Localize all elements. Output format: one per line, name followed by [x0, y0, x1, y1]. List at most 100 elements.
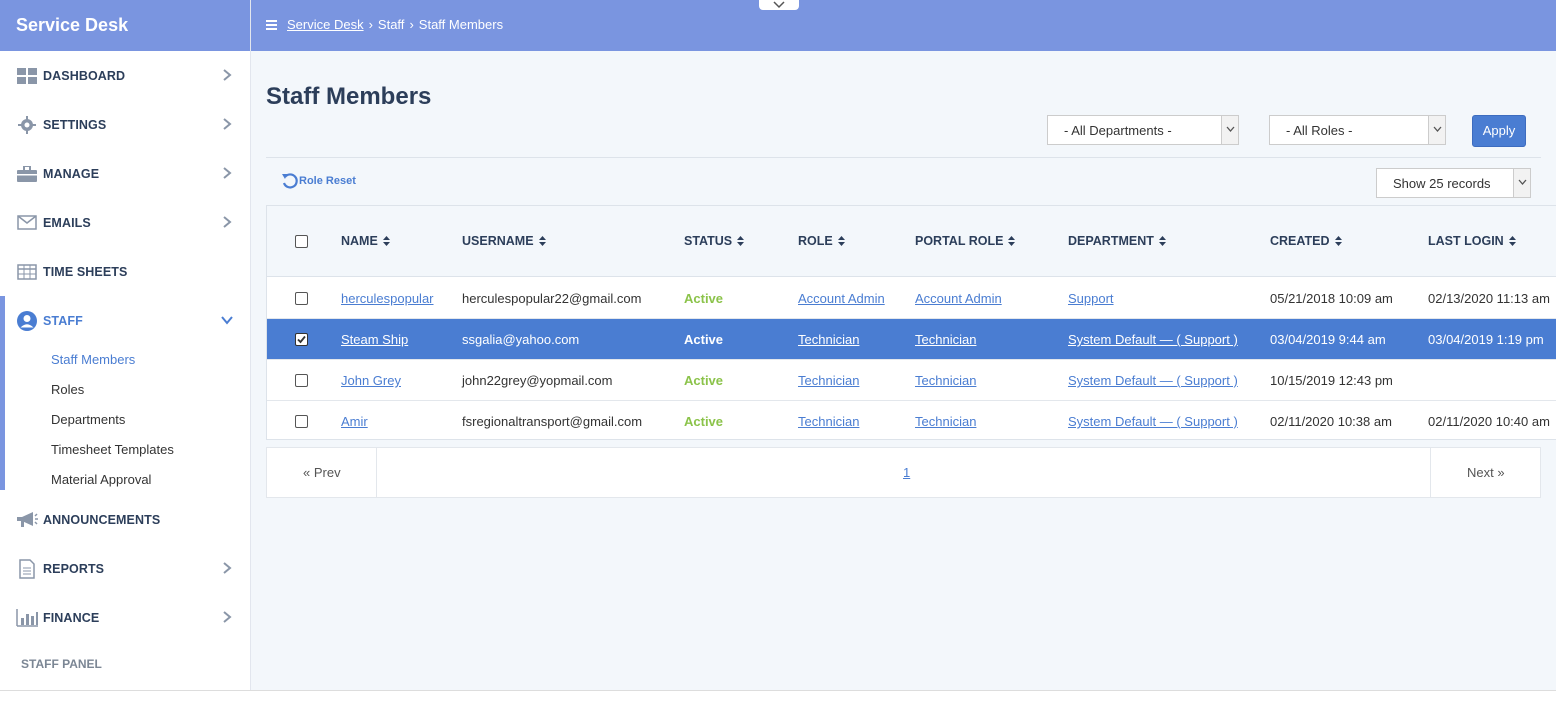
table-row[interactable]: herculespopular herculespopular22@gmail.…: [267, 278, 1556, 319]
document-icon: [16, 558, 38, 579]
sidebar-subitem-timesheet-templates[interactable]: Timesheet Templates: [0, 435, 250, 465]
sidebar-item-label: DASHBOARD: [43, 68, 126, 83]
sidebar: Service Desk DASHBOARD SETTINGS MANAGE E…: [0, 0, 251, 692]
chevron-right-icon: [223, 69, 232, 81]
records-per-page-select[interactable]: Show 25 records: [1376, 168, 1531, 198]
table-header: NAME USERNAME STATUS ROLE PORTAL ROLE DE…: [267, 206, 1556, 277]
sidebar-subitem-departments[interactable]: Departments: [0, 405, 250, 435]
menu-icon[interactable]: [266, 20, 277, 30]
portal-role-link[interactable]: Account Admin: [915, 291, 1002, 306]
chevron-down-icon: [1518, 179, 1527, 185]
sidebar-item-announcements[interactable]: ANNOUNCEMENTS: [0, 495, 250, 544]
sort-icon: [1334, 236, 1342, 246]
row-checkbox[interactable]: [295, 374, 308, 387]
sidebar-item-dashboard[interactable]: DASHBOARD: [0, 51, 250, 100]
briefcase-icon: [16, 164, 38, 184]
column-header-portal-role[interactable]: PORTAL ROLE: [915, 234, 1016, 248]
sidebar-item-label: SETTINGS: [43, 117, 107, 132]
role-select[interactable]: - All Roles -: [1269, 115, 1446, 145]
sidebar-item-emails[interactable]: EMAILS: [0, 198, 250, 247]
sidebar-item-manage[interactable]: MANAGE: [0, 149, 250, 198]
staff-name-link[interactable]: Steam Ship: [341, 332, 408, 347]
table-row[interactable]: John Grey john22grey@yopmail.com Active …: [267, 360, 1556, 401]
select-all-checkbox[interactable]: [295, 235, 308, 248]
chevron-down-icon: [221, 316, 233, 325]
chevron-down-icon: [1226, 126, 1235, 132]
column-header-status[interactable]: STATUS: [684, 234, 745, 248]
sidebar-item-label: STAFF: [43, 313, 83, 328]
row-checkbox[interactable]: [295, 333, 308, 346]
megaphone-icon: [16, 510, 38, 530]
next-page-button[interactable]: Next »: [1430, 448, 1540, 497]
envelope-icon: [16, 213, 38, 233]
apply-button[interactable]: Apply: [1472, 115, 1526, 147]
department-link[interactable]: System Default — ( Support ): [1068, 332, 1238, 347]
sidebar-item-finance[interactable]: FINANCE: [0, 593, 250, 642]
department-link[interactable]: Support: [1068, 291, 1114, 306]
sidebar-subitem-material-approval[interactable]: Material Approval: [0, 465, 250, 495]
sort-icon: [737, 236, 745, 246]
staff-table: NAME USERNAME STATUS ROLE PORTAL ROLE DE…: [266, 205, 1556, 440]
department-select-value: - All Departments -: [1064, 123, 1172, 138]
column-header-department[interactable]: DEPARTMENT: [1068, 234, 1166, 248]
status-cell: Active: [684, 332, 724, 347]
chevron-right-icon: [223, 118, 232, 130]
role-reset-button[interactable]: Role Reset: [281, 172, 356, 190]
prev-page-button[interactable]: « Prev: [267, 448, 377, 497]
page-number-link[interactable]: 1: [903, 465, 910, 480]
status-cell: Active: [684, 414, 724, 429]
sidebar-item-settings[interactable]: SETTINGS: [0, 100, 250, 149]
sidebar-item-time-sheets[interactable]: TIME SHEETS: [0, 247, 250, 296]
header-toggle-tab[interactable]: [759, 0, 799, 10]
records-select-value: Show 25 records: [1393, 176, 1491, 191]
department-select[interactable]: - All Departments -: [1047, 115, 1239, 145]
column-header-name[interactable]: NAME: [341, 234, 390, 248]
portal-role-link[interactable]: Technician: [915, 373, 976, 388]
staff-name-link[interactable]: Amir: [341, 414, 368, 429]
staff-name-link[interactable]: John Grey: [341, 373, 401, 388]
column-header-last-login[interactable]: LAST LOGIN: [1428, 234, 1516, 248]
table-icon: [16, 262, 38, 282]
staff-panel-link[interactable]: STAFF PANEL: [21, 657, 102, 671]
status-cell: Active: [684, 291, 724, 306]
column-header-created[interactable]: CREATED: [1270, 234, 1342, 248]
row-checkbox[interactable]: [295, 415, 308, 428]
chevron-right-icon: [223, 562, 232, 574]
sidebar-item-label: FINANCE: [43, 610, 100, 625]
sidebar-item-label: REPORTS: [43, 561, 105, 576]
sidebar-subitem-staff-members[interactable]: Staff Members: [0, 345, 250, 375]
divider: [266, 157, 1541, 158]
sort-icon: [382, 236, 390, 246]
portal-role-link[interactable]: Technician: [915, 332, 976, 347]
gear-icon: [16, 115, 38, 135]
role-select-value: - All Roles -: [1286, 123, 1353, 138]
sort-icon: [1158, 236, 1166, 246]
role-link[interactable]: Technician: [798, 414, 859, 429]
role-reset-label: Role Reset: [299, 175, 356, 187]
role-link[interactable]: Account Admin: [798, 291, 885, 306]
sidebar-item-label: MANAGE: [43, 166, 100, 181]
sidebar-subitem-roles[interactable]: Roles: [0, 375, 250, 405]
username-cell: herculespopular22@gmail.com: [462, 291, 642, 306]
sort-icon: [538, 236, 546, 246]
page-title: Staff Members: [266, 83, 432, 110]
row-checkbox[interactable]: [295, 292, 308, 305]
column-header-username[interactable]: USERNAME: [462, 234, 546, 248]
role-link[interactable]: Technician: [798, 332, 859, 347]
sort-icon: [837, 236, 845, 246]
sidebar-item-staff[interactable]: STAFF: [0, 296, 250, 345]
staff-name-link[interactable]: herculespopular: [341, 291, 434, 306]
breadcrumb-root-link[interactable]: Service Desk: [287, 17, 364, 32]
column-header-role[interactable]: ROLE: [798, 234, 845, 248]
main-content: Staff Members - All Departments - - All …: [251, 51, 1556, 692]
table-row[interactable]: Steam Ship ssgalia@yahoo.com Active Tech…: [267, 319, 1556, 360]
chevron-right-icon: [223, 167, 232, 179]
role-link[interactable]: Technician: [798, 373, 859, 388]
sidebar-item-reports[interactable]: REPORTS: [0, 544, 250, 593]
portal-role-link[interactable]: Technician: [915, 414, 976, 429]
department-link[interactable]: System Default — ( Support ): [1068, 373, 1238, 388]
table-row[interactable]: Amir fsregionaltransport@gmail.com Activ…: [267, 401, 1556, 439]
department-link[interactable]: System Default — ( Support ): [1068, 414, 1238, 429]
sidebar-item-label: ANNOUNCEMENTS: [43, 512, 161, 527]
bar-chart-icon: [16, 608, 38, 628]
